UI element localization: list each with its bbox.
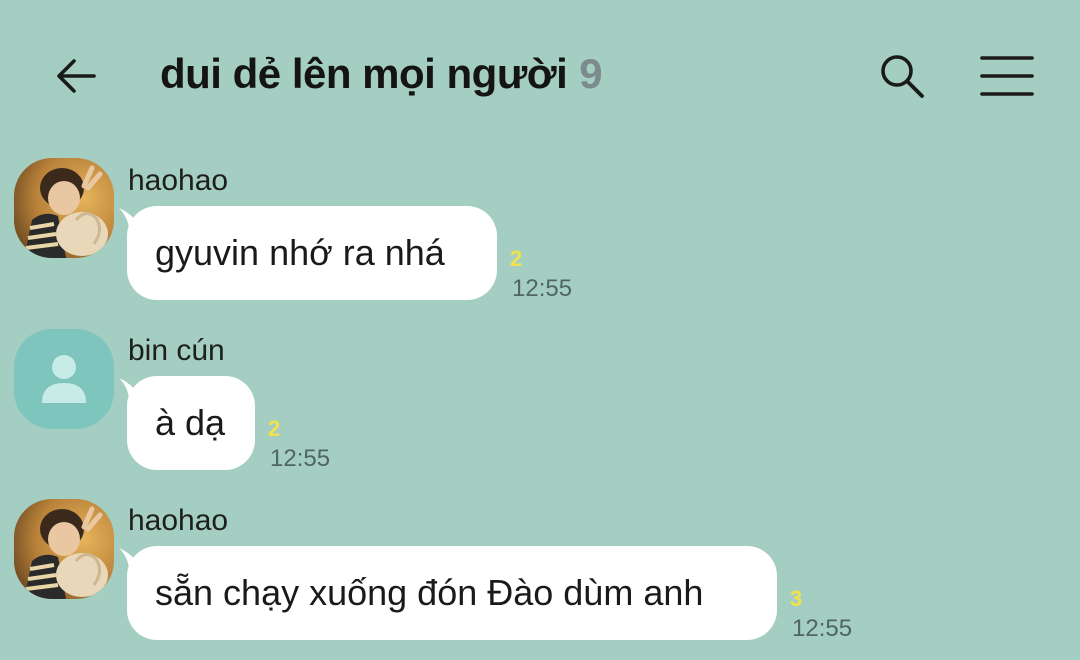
- unread-count: 2: [510, 246, 523, 271]
- message-bubble[interactable]: à dạ: [119, 376, 255, 470]
- chat-title: dui dẻ lên mọi người 9: [160, 50, 603, 98]
- message-time: 12:55: [270, 445, 331, 472]
- chat-title-text: dui dẻ lên mọi người: [160, 50, 568, 97]
- sender-avatar-photo[interactable]: [14, 158, 114, 258]
- bubble-tail: [119, 208, 149, 238]
- member-count: 9: [579, 50, 603, 97]
- sender-avatar-photo[interactable]: [14, 499, 114, 599]
- photo-avatar: [14, 158, 114, 258]
- back-arrow-icon: [57, 59, 96, 93]
- bubble-tail: [119, 378, 149, 408]
- message-text: à dạ: [155, 402, 226, 443]
- message-bubble[interactable]: sẵn chạy xuống đón Đào dùm anh: [119, 546, 777, 640]
- back-button[interactable]: [48, 48, 104, 104]
- menu-button[interactable]: [974, 48, 1040, 104]
- unread-count: 3: [790, 586, 803, 611]
- hamburger-menu-icon: [980, 56, 1034, 96]
- message-time: 12:55: [512, 275, 573, 302]
- search-icon: [881, 55, 924, 98]
- message-time: 12:55: [792, 615, 853, 642]
- search-button[interactable]: [872, 48, 932, 104]
- sender-avatar-default[interactable]: [14, 329, 114, 429]
- message-bubble[interactable]: gyuvin nhớ ra nhá: [119, 206, 497, 300]
- chat-header: dui dẻ lên mọi người 9: [0, 0, 1080, 150]
- sender-name: haohao: [128, 504, 229, 537]
- photo-avatar: [14, 499, 114, 599]
- message-text: sẵn chạy xuống đón Đào dùm anh: [155, 572, 704, 613]
- default-person-icon: [42, 355, 86, 403]
- message-text: gyuvin nhớ ra nhá: [155, 232, 445, 273]
- unread-count: 2: [268, 416, 281, 441]
- bubble-tail: [119, 548, 149, 578]
- sender-name: haohao: [128, 164, 229, 197]
- sender-name: bin cún: [128, 334, 225, 367]
